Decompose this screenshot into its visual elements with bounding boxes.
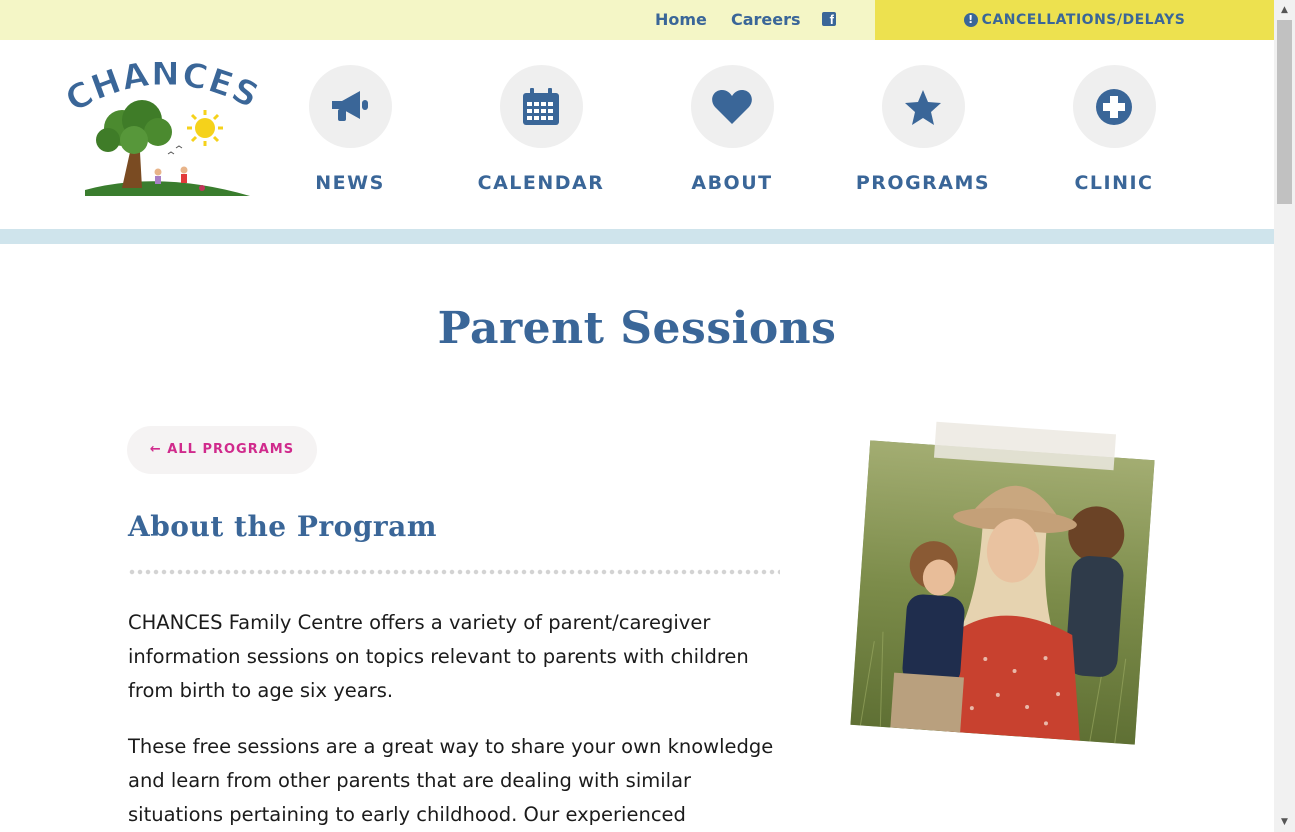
calendar-icon <box>523 87 559 125</box>
scroll-down-arrow-icon[interactable]: ▼ <box>1274 814 1295 830</box>
cancellations-label: CANCELLATIONS/DELAYS <box>981 12 1186 28</box>
plus-circle-icon <box>1096 88 1132 125</box>
alert-icon: ! <box>963 13 978 27</box>
scroll-up-arrow-icon[interactable]: ▲ <box>1274 2 1295 18</box>
all-programs-button[interactable]: ← ALL PROGRAMS <box>127 426 317 474</box>
megaphone-icon <box>332 90 368 121</box>
nav-calendar-label: CALENDAR <box>477 172 605 194</box>
program-photo-frame <box>850 420 1160 760</box>
facebook-icon[interactable]: f <box>822 12 836 26</box>
page-title: Parent Sessions <box>437 303 837 354</box>
svg-text:CHANCES: CHANCES <box>60 62 266 120</box>
sessions-paragraph: These free sessions are a great way to s… <box>128 735 774 826</box>
nav-about-label: ABOUT <box>691 172 773 194</box>
nav-programs[interactable]: PROGRAMS <box>828 65 1018 194</box>
nav-about[interactable]: ABOUT <box>637 65 827 194</box>
nav-calendar[interactable]: CALENDAR <box>446 65 636 194</box>
home-link[interactable]: Home <box>655 10 707 29</box>
site-header: CHANCES NEWS CALENDAR ABOUT PROGRAMS CLI… <box>0 40 1274 229</box>
section-title: About the Program <box>128 510 437 543</box>
scrollbar-thumb[interactable] <box>1277 20 1292 204</box>
star-icon <box>905 89 941 125</box>
header-divider-stripe <box>0 229 1274 244</box>
nav-news[interactable]: NEWS <box>255 65 445 194</box>
chances-logo[interactable]: CHANCES <box>60 62 270 202</box>
nav-programs-label: PROGRAMS <box>855 172 991 194</box>
logo-wordmark: CHANCES <box>60 62 265 121</box>
nav-clinic[interactable]: CLINIC <box>1019 65 1209 194</box>
cancellations-delays-button[interactable]: ! CANCELLATIONS/DELAYS <box>875 0 1274 40</box>
family-photo <box>850 440 1155 745</box>
nav-clinic-label: CLINIC <box>1074 172 1154 194</box>
page-scrollbar[interactable]: ▲ ▼ <box>1274 0 1295 832</box>
dotted-divider <box>128 569 780 575</box>
nav-news-label: NEWS <box>315 172 385 194</box>
careers-link[interactable]: Careers <box>731 10 801 29</box>
heart-icon <box>712 89 752 124</box>
intro-paragraph: CHANCES Family Centre offers a variety o… <box>128 611 749 702</box>
